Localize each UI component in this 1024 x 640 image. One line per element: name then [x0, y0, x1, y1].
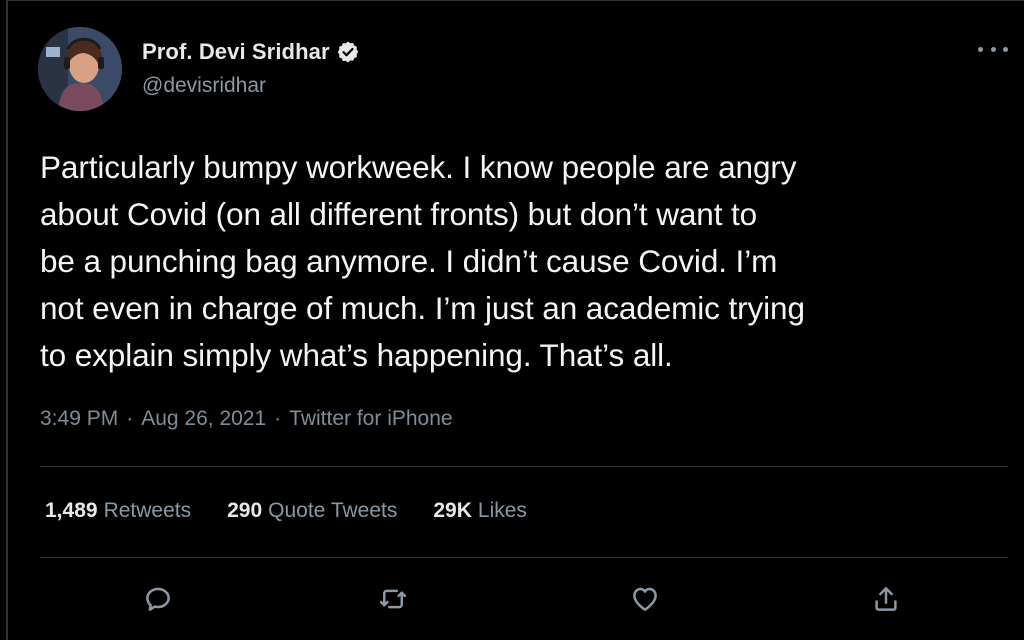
more-dot	[978, 46, 983, 52]
engagement-stats: 1,489 Retweets 290 Quote Tweets 29K Likes	[45, 499, 527, 523]
meta-separator: ·	[274, 407, 282, 430]
reply-icon[interactable]	[138, 579, 178, 619]
action-bar	[8, 579, 1024, 619]
heart-icon[interactable]	[625, 579, 665, 619]
author-display-name[interactable]: Prof. Devi Sridhar	[142, 39, 330, 65]
quote-tweets-stat[interactable]: 290 Quote Tweets	[227, 499, 397, 523]
tweet-date[interactable]: Aug 26, 2021	[141, 407, 266, 431]
tweet-text: Particularly bumpy workweek. I know peop…	[40, 149, 805, 373]
tweet-source[interactable]: Twitter for iPhone	[289, 407, 452, 431]
verified-badge-icon	[337, 41, 358, 63]
author-name-row[interactable]: Prof. Devi Sridhar	[142, 39, 360, 65]
retweets-stat[interactable]: 1,489 Retweets	[45, 499, 191, 523]
quote-tweets-count: 290	[227, 499, 263, 522]
retweets-count: 1,489	[45, 499, 98, 522]
more-dot	[1003, 46, 1008, 52]
author-handle[interactable]: @devisridhar	[142, 74, 266, 98]
likes-stat[interactable]: 29K Likes	[433, 499, 527, 523]
more-options-icon[interactable]	[978, 39, 1008, 59]
tweet-time[interactable]: 3:49 PM	[40, 407, 118, 431]
divider	[40, 466, 1008, 467]
quote-tweets-label: Quote Tweets	[268, 499, 398, 522]
likes-label: Likes	[477, 499, 527, 522]
avatar[interactable]	[38, 27, 122, 111]
share-icon[interactable]	[866, 579, 906, 619]
retweet-icon[interactable]	[373, 579, 413, 619]
retweets-label: Retweets	[103, 499, 192, 522]
divider	[40, 557, 1008, 558]
tweet-meta: 3:49 PM · Aug 26, 2021 · Twitter for iPh…	[40, 407, 453, 431]
more-dot	[990, 46, 996, 52]
likes-count: 29K	[433, 499, 472, 522]
meta-separator: ·	[126, 407, 134, 430]
tweet-card: Prof. Devi Sridhar @devisridhar Particul…	[6, 0, 1024, 640]
avatar-photo	[38, 27, 122, 111]
